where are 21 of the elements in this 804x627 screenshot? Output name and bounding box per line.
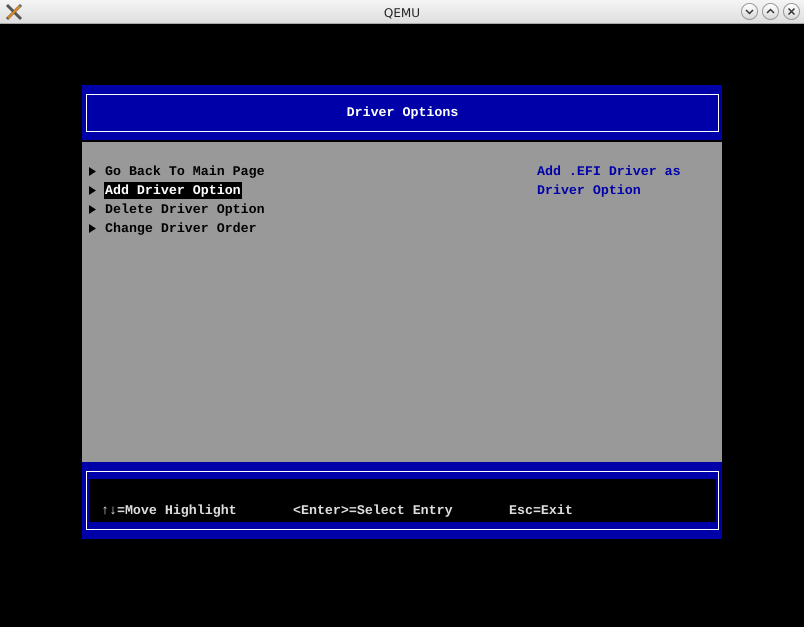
minimize-button[interactable] <box>741 3 758 20</box>
key-hint: Esc=Exit <box>509 502 573 519</box>
app-logo-icon <box>5 3 23 21</box>
triangle-icon <box>89 205 96 214</box>
triangle-icon <box>89 224 96 233</box>
chevron-down-icon <box>745 7 754 16</box>
close-button[interactable] <box>783 3 800 20</box>
chevron-up-icon <box>766 7 775 16</box>
key-hint: <Enter>=Select Entry <box>293 502 454 519</box>
menu-item[interactable]: Delete Driver Option <box>104 201 266 218</box>
menu-item[interactable]: Go Back To Main Page <box>104 163 266 180</box>
menu-item[interactable]: Add Driver Option <box>104 182 242 199</box>
triangle-icon <box>89 167 96 176</box>
menu-item[interactable]: Change Driver Order <box>104 220 258 237</box>
maximize-button[interactable] <box>762 3 779 20</box>
page-title: Driver Options <box>346 104 458 122</box>
close-icon <box>787 7 796 16</box>
help-text: Add .EFI Driver as Driver Option <box>537 163 682 200</box>
window-title: QEMU <box>384 6 420 20</box>
triangle-icon <box>89 186 96 195</box>
key-hint: ↑↓=Move Highlight <box>101 502 238 519</box>
